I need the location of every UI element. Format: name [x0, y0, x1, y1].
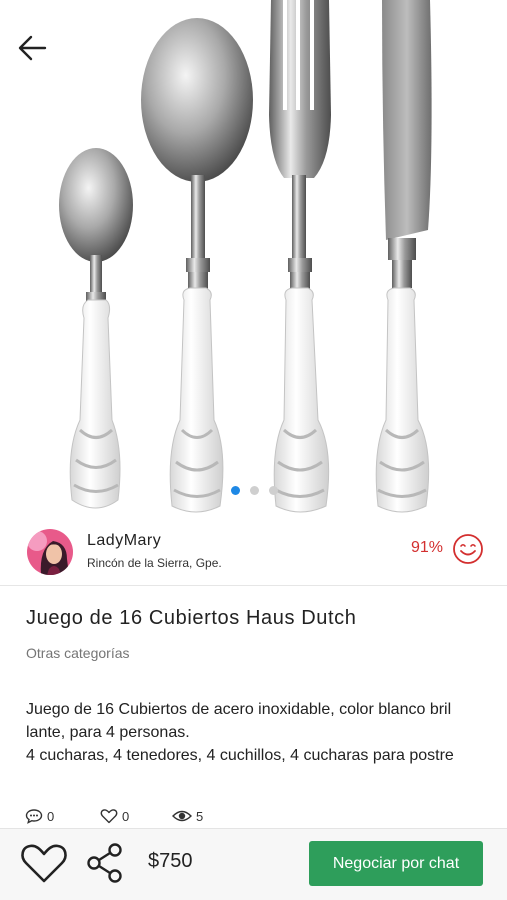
seller-info[interactable]: LadyMary Rincón de la Sierra, Gpe. 91%: [0, 524, 507, 586]
product-description: Juego de 16 Cubiertos de acero inoxidabl…: [26, 701, 454, 764]
arrow-left-icon: [18, 35, 47, 61]
gallery-pagination: [0, 486, 507, 495]
product-image-gallery[interactable]: [0, 0, 507, 515]
seller-location: Rincón de la Sierra, Gpe.: [87, 556, 222, 570]
back-button[interactable]: [12, 30, 52, 66]
seller-avatar-image: [27, 529, 73, 575]
product-title: Juego de 16 Cubiertos Haus Dutch: [26, 607, 357, 629]
likes-count: 0: [122, 808, 130, 824]
share-button[interactable]: [85, 842, 125, 884]
gallery-dot[interactable]: [250, 486, 259, 495]
product-category[interactable]: Otras categorías: [26, 645, 130, 661]
avatar[interactable]: [27, 529, 73, 575]
listing-stats: 0 0 5: [25, 806, 203, 826]
product-photo: [59, 0, 432, 513]
likes-stat: 0: [100, 808, 172, 824]
share-icon: [87, 843, 122, 883]
like-button[interactable]: [20, 841, 68, 885]
comment-icon: [25, 809, 43, 824]
eye-icon: [172, 810, 192, 822]
product-price: $750: [148, 850, 193, 872]
comments-count: 0: [47, 808, 55, 824]
negotiate-chat-button[interactable]: Negociar por chat: [309, 841, 483, 886]
smile-icon: [453, 534, 483, 564]
seller-name[interactable]: LadyMary: [87, 532, 161, 550]
heart-outline-icon: [100, 809, 118, 824]
bottom-action-bar: $750 Negociar por chat: [0, 828, 507, 900]
heart-icon: [21, 844, 67, 883]
views-count: 5: [196, 808, 204, 824]
comments-stat: 0: [25, 808, 100, 824]
gallery-dot[interactable]: [269, 486, 278, 495]
views-stat: 5: [172, 809, 203, 824]
seller-rating: 91%: [410, 539, 443, 556]
gallery-dot[interactable]: [231, 486, 240, 495]
